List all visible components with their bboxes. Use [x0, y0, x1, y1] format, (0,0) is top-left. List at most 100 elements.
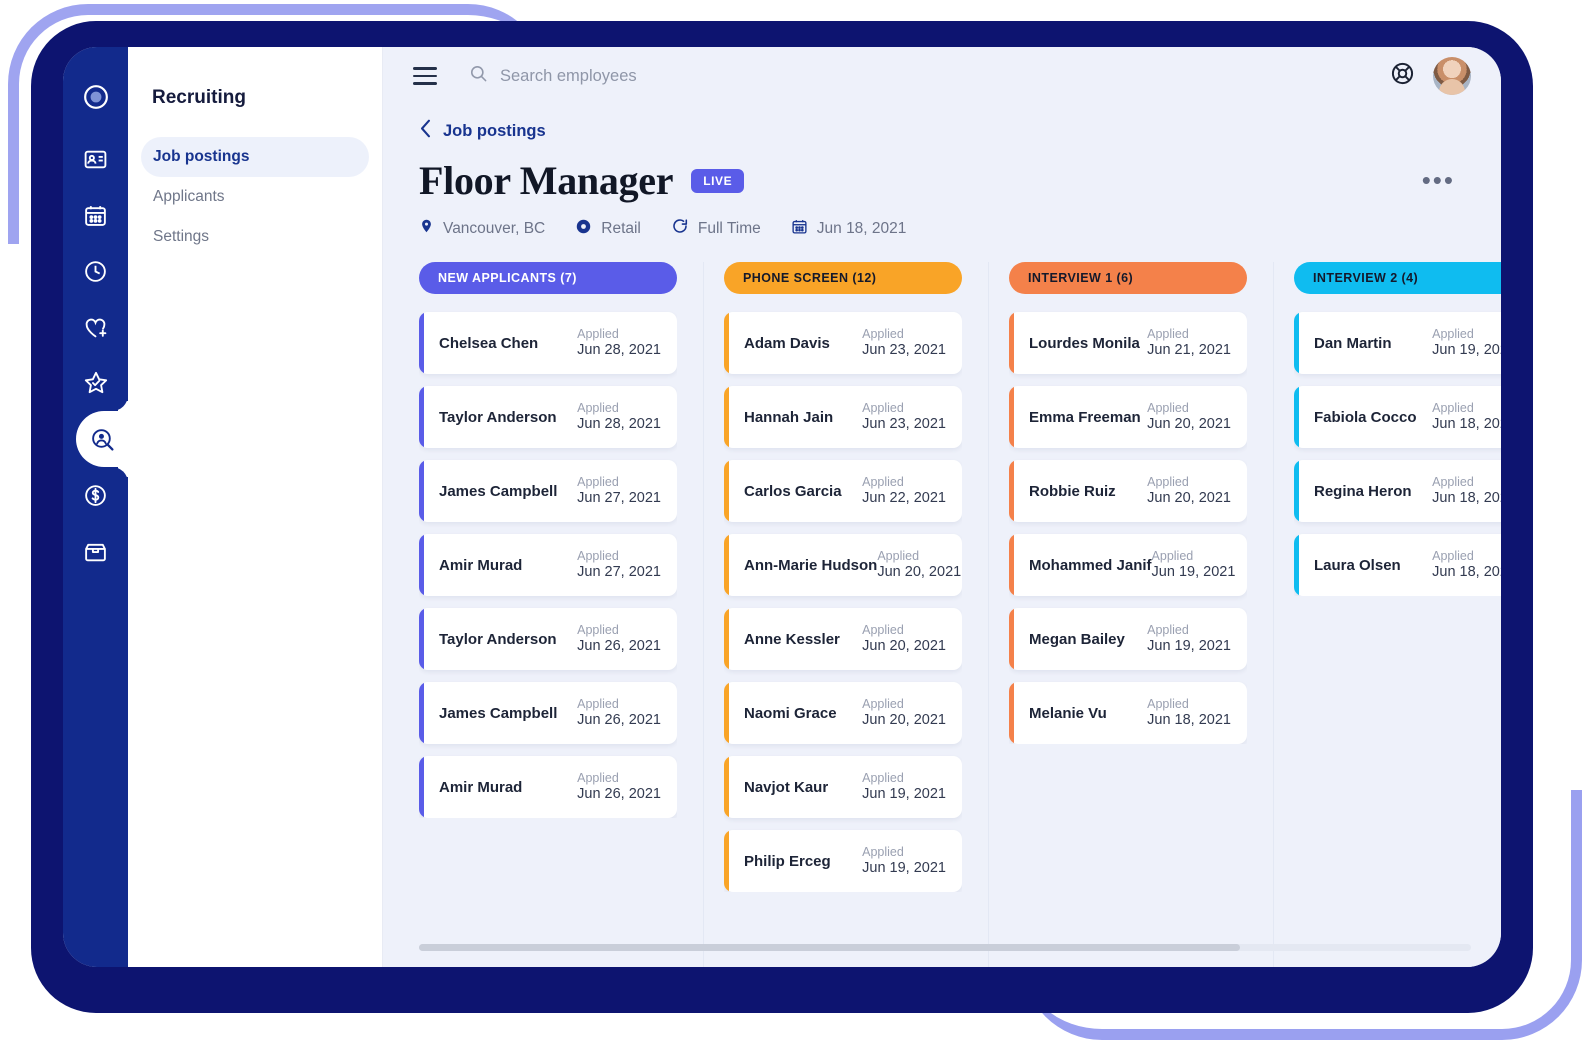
job-meta-calendar: Jun 18, 2021 — [791, 218, 906, 240]
column-header[interactable]: NEW APPLICANTS (7) — [419, 262, 677, 294]
applicant-card[interactable]: Carlos Garcia Applied Jun 22, 2021 — [724, 460, 962, 522]
column-header[interactable]: PHONE SCREEN (12) — [724, 262, 962, 294]
applicant-card[interactable]: Taylor Anderson Applied Jun 28, 2021 — [419, 386, 677, 448]
applicant-card[interactable]: Ann-Marie Hudson Applied Jun 20, 2021 — [724, 534, 962, 596]
applied-label: Applied — [1147, 622, 1189, 637]
applied-label: Applied — [577, 696, 619, 711]
top-bar-actions — [1390, 57, 1471, 95]
hamburger-icon[interactable] — [413, 67, 437, 85]
applied-date: Jun 19, 2021 — [1432, 342, 1501, 359]
overflow-menu-button[interactable]: ••• — [1422, 167, 1455, 192]
applicant-name: Fabiola Cocco — [1314, 408, 1417, 426]
applicant-applied-meta: Applied Jun 26, 2021 — [577, 771, 661, 804]
applicant-card[interactable]: James Campbell Applied Jun 26, 2021 — [419, 682, 677, 744]
clock-icon — [83, 259, 108, 284]
lifebuoy-icon[interactable] — [1390, 61, 1415, 91]
applicant-applied-meta: Applied Jun 22, 2021 — [862, 475, 946, 508]
rail-item-employees[interactable] — [63, 131, 128, 187]
applicant-card[interactable]: Adam Davis Applied Jun 23, 2021 — [724, 312, 962, 374]
rail-item-calendar[interactable] — [63, 187, 128, 243]
breadcrumb[interactable]: Job postings — [419, 119, 1501, 143]
card-stage-bar — [1009, 460, 1014, 522]
rail-item-payroll[interactable] — [63, 467, 128, 523]
job-meta-clock-arrow: Full Time — [671, 217, 761, 240]
page-content: Job postings Floor Manager LIVE ••• Vanc… — [383, 105, 1501, 967]
horizontal-scrollbar[interactable] — [419, 944, 1471, 951]
applicant-card[interactable]: Philip Erceg Applied Jun 19, 2021 — [724, 830, 962, 892]
job-meta-row: Vancouver, BC Retail Full Time Jun 18, 2021 — [419, 217, 1501, 240]
applicant-card[interactable]: James Campbell Applied Jun 27, 2021 — [419, 460, 677, 522]
applicant-card[interactable]: Lourdes Monila Applied Jun 21, 2021 — [1009, 312, 1247, 374]
search-input[interactable] — [500, 66, 840, 86]
sidebar-item-job-postings[interactable]: Job postings — [141, 137, 369, 177]
applicant-card[interactable]: Naomi Grace Applied Jun 20, 2021 — [724, 682, 962, 744]
column-header[interactable]: INTERVIEW 2 (4) — [1294, 262, 1501, 294]
search-bar[interactable] — [469, 64, 1390, 88]
applied-date: Jun 20, 2021 — [877, 564, 962, 581]
rail-item-logo[interactable] — [63, 69, 128, 125]
applicant-card[interactable]: Fabiola Cocco AppliedJun 18, 2021 — [1294, 386, 1501, 448]
applicant-card[interactable]: Hannah Jain Applied Jun 23, 2021 — [724, 386, 962, 448]
applicant-name: Emma Freeman — [1029, 408, 1141, 426]
applicant-name: Naomi Grace — [744, 704, 837, 722]
applied-label: Applied — [877, 548, 920, 563]
applicant-name: Robbie Ruiz — [1029, 482, 1116, 500]
applicant-card[interactable]: Amir Murad Applied Jun 27, 2021 — [419, 534, 677, 596]
applicant-card[interactable]: Robbie Ruiz Applied Jun 20, 2021 — [1009, 460, 1247, 522]
chevron-left-icon[interactable] — [419, 119, 432, 143]
applied-label: Applied — [862, 622, 904, 637]
applicant-card[interactable]: Emma Freeman Applied Jun 20, 2021 — [1009, 386, 1247, 448]
applicant-applied-meta: Applied Jun 21, 2021 — [1147, 327, 1231, 360]
applicant-card[interactable]: Chelsea Chen Applied Jun 28, 2021 — [419, 312, 677, 374]
applicant-card[interactable]: Taylor Anderson Applied Jun 26, 2021 — [419, 608, 677, 670]
applicant-card[interactable]: Laura Olsen AppliedJun 18, 2021 — [1294, 534, 1501, 596]
applicant-applied-meta: AppliedJun 18, 2021 — [1432, 475, 1501, 508]
calendar-icon — [791, 218, 808, 240]
applicant-applied-meta: AppliedJun 19, 2021 — [862, 771, 946, 804]
sidebar-item-settings[interactable]: Settings — [141, 217, 369, 257]
applied-label: Applied — [1147, 696, 1189, 711]
applicant-applied-meta: Applied Jun 20, 2021 — [1147, 401, 1231, 434]
applicant-card[interactable]: Navjot Kaur Applied Jun 19, 2021 — [724, 756, 962, 818]
applicant-card[interactable]: Dan Martin AppliedJun 19, 2021 — [1294, 312, 1501, 374]
page-title: Floor Manager — [419, 158, 674, 203]
rail-item-recruiting[interactable] — [76, 395, 128, 483]
applied-label: Applied — [862, 326, 904, 341]
applicant-name: Megan Bailey — [1029, 630, 1125, 648]
applied-date: Jun 19, 2021 — [1147, 638, 1231, 655]
applicant-card[interactable]: Melanie Vu Applied Jun 18, 2021 — [1009, 682, 1247, 744]
job-meta-label: Vancouver, BC — [443, 219, 546, 237]
breadcrumb-label[interactable]: Job postings — [443, 122, 546, 141]
applied-label: Applied — [1432, 400, 1474, 415]
avatar[interactable] — [1433, 57, 1471, 95]
search-icon — [469, 64, 488, 88]
applicant-card[interactable]: Mohammed Janif Applied Jun 19, 2021 — [1009, 534, 1247, 596]
applied-label: Applied — [862, 400, 904, 415]
rail-item-company[interactable] — [63, 523, 128, 579]
applied-label: Applied — [577, 474, 619, 489]
applicant-card[interactable]: Regina Heron AppliedJun 18, 2021 — [1294, 460, 1501, 522]
logo-circle-icon — [83, 84, 109, 110]
briefcase-icon — [83, 539, 108, 564]
applied-label: Applied — [862, 474, 904, 489]
applied-label: Applied — [577, 622, 619, 637]
top-bar — [383, 47, 1501, 105]
applicant-name: Regina Heron — [1314, 482, 1412, 500]
sidebar-item-applicants[interactable]: Applicants — [141, 177, 369, 217]
applicant-applied-meta: AppliedJun 19, 2021 — [1432, 327, 1501, 360]
applied-date: Jun 20, 2021 — [862, 638, 946, 655]
applied-date: Jun 18, 2021 — [1432, 564, 1501, 581]
job-meta-label: Retail — [601, 219, 641, 237]
column-header[interactable]: INTERVIEW 1 (6) — [1009, 262, 1247, 294]
card-stage-bar — [1294, 386, 1299, 448]
device-frame: Recruiting Job postings Applicants Setting… — [32, 22, 1532, 1012]
rail-active-notch — [114, 411, 128, 467]
card-stage-bar — [724, 534, 729, 596]
applicant-card[interactable]: Megan Bailey Applied Jun 19, 2021 — [1009, 608, 1247, 670]
applicant-card[interactable]: Anne Kessler Applied Jun 20, 2021 — [724, 608, 962, 670]
rail-item-benefits[interactable] — [63, 299, 128, 355]
column-card-list: Lourdes Monila Applied Jun 21, 2021 Emma Fr… — [1009, 294, 1247, 744]
applicant-card[interactable]: Amir Murad Applied Jun 26, 2021 — [419, 756, 677, 818]
horizontal-scrollbar-thumb[interactable] — [419, 944, 1240, 951]
rail-item-time-tracking[interactable] — [63, 243, 128, 299]
